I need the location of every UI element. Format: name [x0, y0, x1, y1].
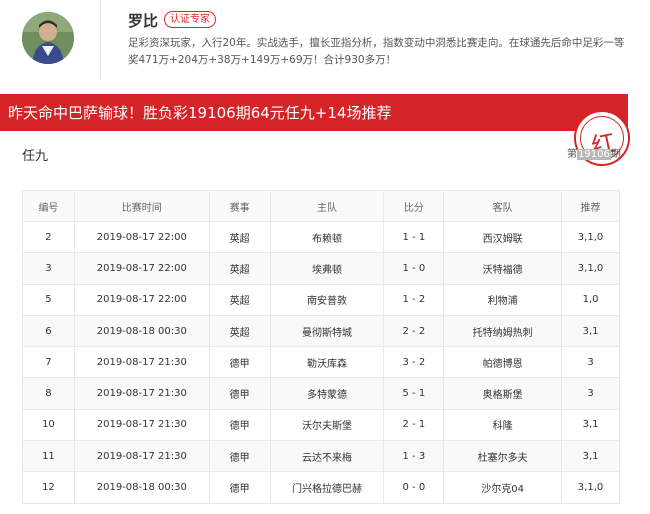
header-recommendation: 推荐 [561, 190, 620, 222]
header-score: 比分 [383, 190, 445, 222]
cell-match-time: 2019-08-17 22:00 [73, 252, 210, 285]
cell-number: 5 [22, 283, 75, 316]
header-match-time: 比赛时间 [73, 190, 210, 222]
table-row: 6 2019-08-18 00:30 英超 曼彻斯特城 2 - 2 托特纳姆热刺 3,1 [22, 314, 620, 348]
cell-score: 3 - 2 [383, 346, 445, 379]
header-league: 赛事 [208, 190, 271, 222]
cell-away-team[interactable]: 沙尔克04 [443, 471, 563, 504]
cell-match-time: 2019-08-17 21:30 [73, 440, 210, 473]
cell-away-team[interactable]: 利物浦 [443, 283, 563, 316]
cell-recommendation: 3,1,0 [561, 471, 620, 504]
table-row: 10 2019-08-17 21:30 德甲 沃尔夫斯堡 2 - 1 科隆 3,1 [22, 408, 620, 442]
table-row: 8 2019-08-17 21:30 德甲 多特蒙德 5 - 1 奥格斯堡 3 [22, 377, 620, 410]
cell-home-team[interactable]: 门兴格拉德巴赫 [269, 471, 385, 504]
cell-match-time: 2019-08-18 00:30 [73, 314, 210, 348]
table-row: 5 2019-08-17 22:00 英超 南安普敦 1 - 2 利物浦 1,0 [22, 283, 620, 316]
cell-number: 11 [22, 440, 75, 473]
cell-score: 1 - 1 [383, 220, 445, 254]
cell-number: 6 [22, 314, 75, 348]
cell-league: 德甲 [208, 471, 271, 504]
article-title-banner: 昨天命中巴萨输球！胜负彩19106期64元任九+14场推荐 [0, 94, 628, 131]
cell-home-team[interactable]: 南安普敦 [269, 283, 385, 316]
cell-league: 英超 [208, 314, 271, 348]
cell-home-team[interactable]: 云达不来梅 [269, 440, 385, 473]
cell-away-team[interactable]: 西汉姆联 [443, 220, 563, 254]
cell-score: 1 - 2 [383, 283, 445, 316]
cell-match-time: 2019-08-17 22:00 [73, 283, 210, 316]
cell-number: 10 [22, 408, 75, 442]
cell-match-time: 2019-08-18 00:30 [73, 471, 210, 504]
table-row: 3 2019-08-17 22:00 英超 埃弗顿 1 - 0 沃特福德 3,1,0 [22, 252, 620, 285]
cell-recommendation: 3,1,0 [561, 220, 620, 254]
table-row: 11 2019-08-17 21:30 德甲 云达不来梅 1 - 3 杜塞尔多夫 3,1 [22, 440, 620, 473]
cell-away-team[interactable]: 杜塞尔多夫 [443, 440, 563, 473]
cell-away-team[interactable]: 沃特福德 [443, 252, 563, 285]
section-title: 任九 [22, 149, 49, 164]
cell-home-team[interactable]: 曼彻斯特城 [269, 314, 385, 348]
cell-league: 英超 [208, 220, 271, 254]
table-header-row: 编号 比赛时间 赛事 主队 比分 客队 推荐 [22, 190, 620, 222]
cell-recommendation: 3,1 [561, 408, 620, 442]
cell-home-team[interactable]: 沃尔夫斯堡 [269, 408, 385, 442]
cell-home-team[interactable]: 多特蒙德 [269, 377, 385, 410]
cell-home-team[interactable]: 埃弗顿 [269, 252, 385, 285]
cell-away-team[interactable]: 帕德博恩 [443, 346, 563, 379]
article-title: 昨天命中巴萨输球！胜负彩19106期64元任九+14场推荐 [8, 104, 392, 122]
cell-match-time: 2019-08-17 21:30 [73, 408, 210, 442]
table-row: 7 2019-08-17 21:30 德甲 勒沃库森 3 - 2 帕德博恩 3 [22, 346, 620, 379]
cell-recommendation: 3 [561, 377, 620, 410]
cell-away-team[interactable]: 奥格斯堡 [443, 377, 563, 410]
issue-label: 第19106期 [567, 145, 621, 160]
avatar[interactable] [22, 12, 74, 64]
issue-number: 19106 [577, 149, 611, 160]
table-row: 12 2019-08-18 00:30 德甲 门兴格拉德巴赫 0 - 0 沙尔克04 3,1… [22, 471, 620, 504]
expert-profile: 罗比 认证专家 足彩资深玩家，入行20年。实战选手，擅长亚指分析，指数变动中洞悉… [0, 0, 650, 92]
cell-score: 0 - 0 [383, 471, 445, 504]
cell-number: 2 [22, 220, 75, 254]
issue-prefix: 第 [567, 149, 577, 160]
cell-league: 英超 [208, 252, 271, 285]
profile-divider [100, 0, 101, 80]
table-row: 2 2019-08-17 22:00 英超 布赖顿 1 - 1 西汉姆联 3,1,0 [22, 220, 620, 254]
cell-number: 12 [22, 471, 75, 504]
cell-recommendation: 3 [561, 346, 620, 379]
cell-recommendation: 3,1 [561, 440, 620, 473]
cell-home-team[interactable]: 布赖顿 [269, 220, 385, 254]
header-number: 编号 [22, 190, 75, 222]
cell-league: 德甲 [208, 440, 271, 473]
expert-bio: 足彩资深玩家，入行20年。实战选手，擅长亚指分析，指数变动中洞悉比赛走向。在球通… [128, 37, 625, 66]
cell-number: 7 [22, 346, 75, 379]
cell-recommendation: 3,1,0 [561, 252, 620, 285]
cell-league: 德甲 [208, 377, 271, 410]
cell-number: 8 [22, 377, 75, 410]
cell-score: 2 - 2 [383, 314, 445, 348]
header-home-team: 主队 [269, 190, 385, 222]
issue-suffix: 期 [610, 149, 621, 160]
cell-score: 5 - 1 [383, 377, 445, 410]
cell-number: 3 [22, 252, 75, 285]
expert-name[interactable]: 罗比 [128, 10, 158, 31]
cell-match-time: 2019-08-17 21:30 [73, 377, 210, 410]
cell-recommendation: 1,0 [561, 283, 620, 316]
cell-home-team[interactable]: 勒沃库森 [269, 346, 385, 379]
cell-match-time: 2019-08-17 21:30 [73, 346, 210, 379]
cell-score: 1 - 0 [383, 252, 445, 285]
cell-league: 德甲 [208, 408, 271, 442]
cell-match-time: 2019-08-17 22:00 [73, 220, 210, 254]
certified-expert-badge: 认证专家 [164, 11, 216, 28]
cell-away-team[interactable]: 托特纳姆热刺 [443, 314, 563, 348]
match-table: 编号 比赛时间 赛事 主队 比分 客队 推荐 2 2019-08-17 22:00… [22, 190, 620, 504]
cell-away-team[interactable]: 科隆 [443, 408, 563, 442]
cell-league: 英超 [208, 283, 271, 316]
cell-score: 1 - 3 [383, 440, 445, 473]
cell-recommendation: 3,1 [561, 314, 620, 348]
cell-score: 2 - 1 [383, 408, 445, 442]
avatar-photo-icon [22, 12, 74, 64]
cell-league: 德甲 [208, 346, 271, 379]
header-away-team: 客队 [443, 190, 563, 222]
